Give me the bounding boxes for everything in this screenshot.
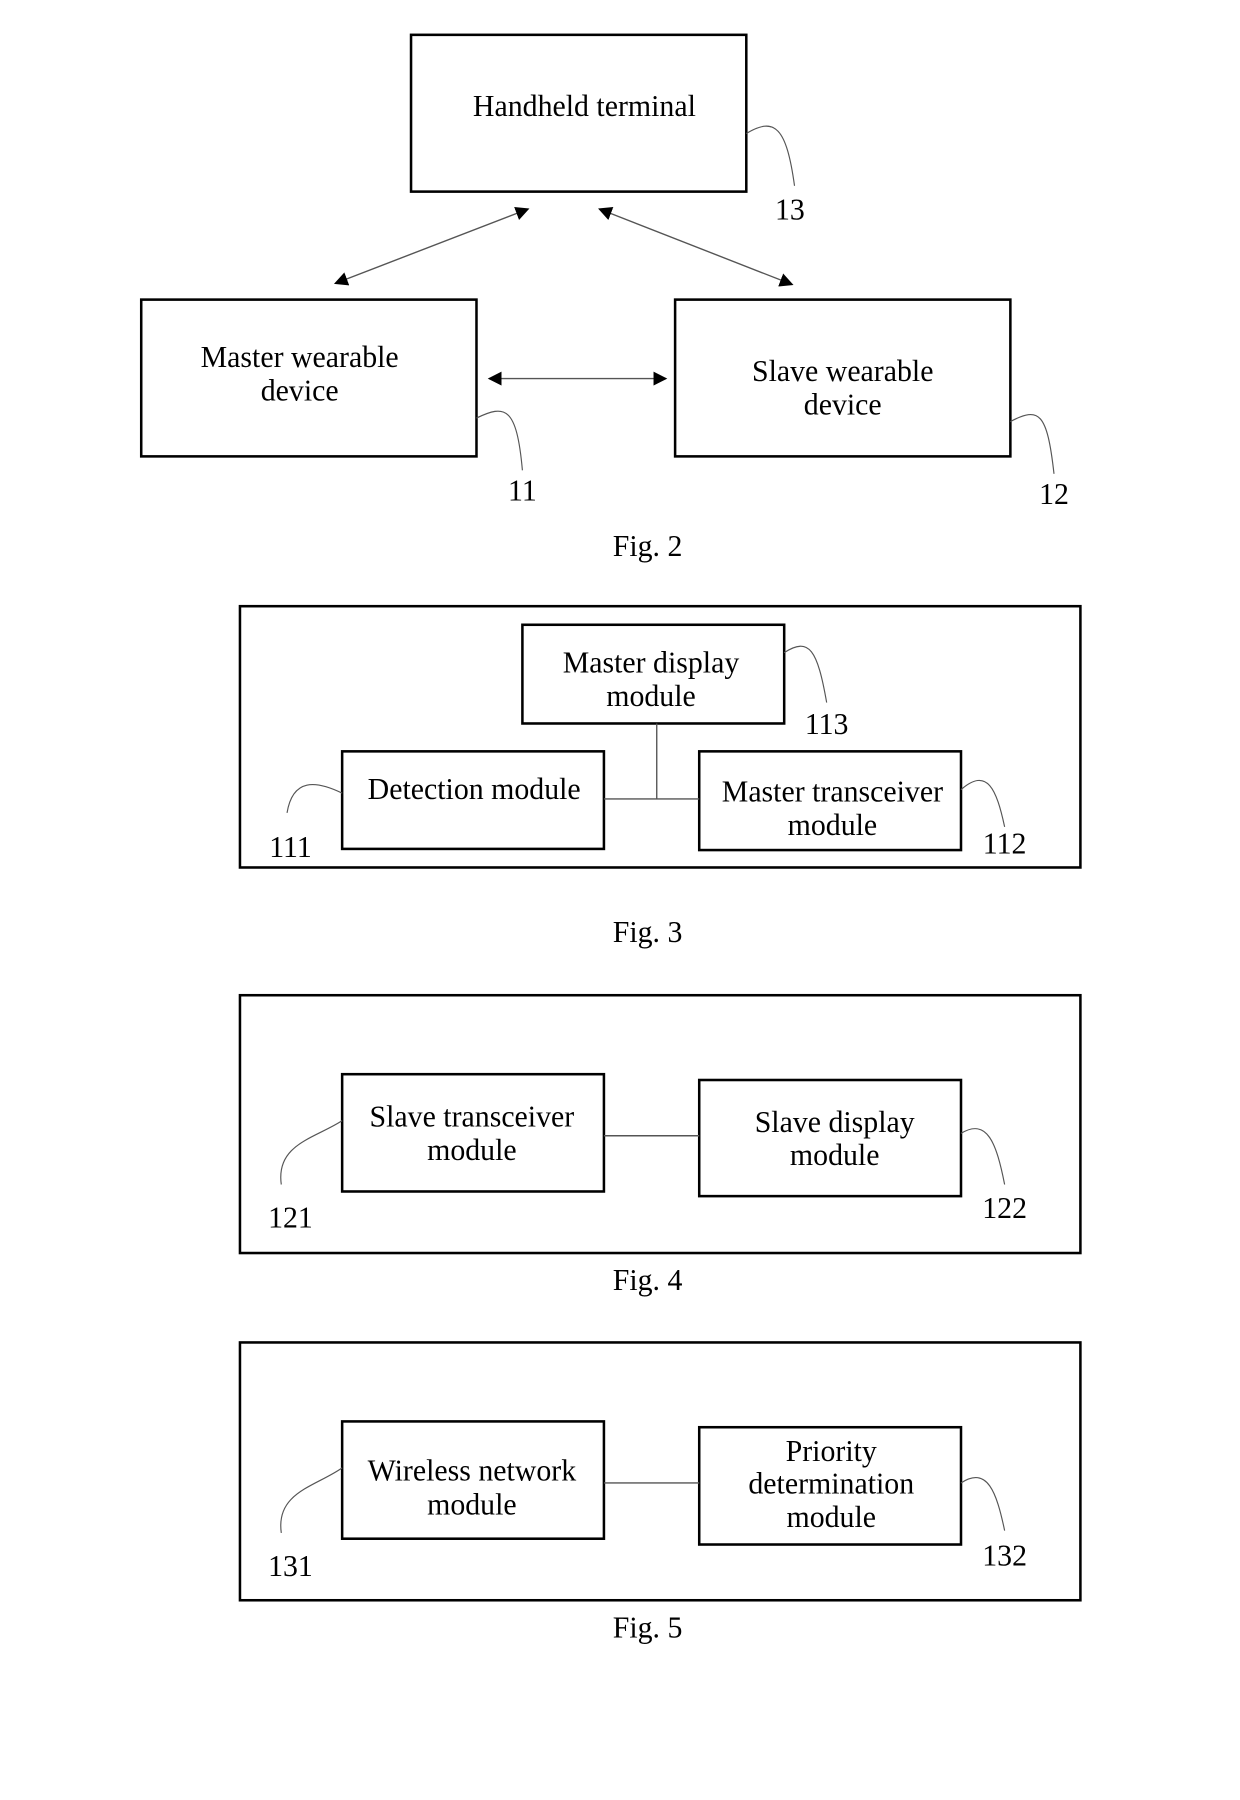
master-transceiver-module-label-2: module <box>788 809 878 842</box>
ref-numeral-121: 121 <box>268 1201 313 1234</box>
master-wearable-device-label-2: device <box>261 374 339 407</box>
arrow-master-handheld <box>333 206 530 286</box>
leader-line-121 <box>280 1120 343 1185</box>
slave-transceiver-module-label-2: module <box>427 1134 517 1167</box>
ref-numeral-13: 13 <box>775 193 805 226</box>
slave-transceiver-module-label-1: Slave transceiver <box>370 1100 575 1133</box>
wireless-network-module-label-1: Wireless network <box>368 1454 577 1487</box>
figure-3-caption: Fig. 3 <box>613 916 683 949</box>
leader-line-132 <box>960 1476 1006 1531</box>
figure-4: Slave transceiver module 121 Slave displ… <box>238 993 1082 1297</box>
leader-line-112 <box>960 779 1006 827</box>
figure-4-caption: Fig. 4 <box>613 1264 683 1297</box>
patent-drawing-sheet: Handheld terminal 13 Master wearable dev… <box>139 33 1082 1644</box>
ref-numeral-132: 132 <box>982 1539 1027 1572</box>
master-transceiver-module-label-1: Master transceiver <box>722 775 943 808</box>
ref-numeral-111: 111 <box>269 831 312 864</box>
figure-5: Wireless network module 131 Priority det… <box>238 1341 1082 1644</box>
slave-wearable-device-label-1: Slave wearable <box>752 355 933 388</box>
leader-line-11 <box>476 410 523 471</box>
priority-determination-module-label-2: determination <box>748 1467 914 1500</box>
figure-2-caption: Fig. 2 <box>613 530 683 563</box>
leader-line-111 <box>286 783 343 813</box>
figure-2: Handheld terminal 13 Master wearable dev… <box>139 33 1069 563</box>
priority-determination-module-label-3: module <box>786 1501 876 1534</box>
leader-line-113 <box>783 645 828 703</box>
handheld-terminal-label: Handheld terminal <box>473 90 696 123</box>
master-display-module-label-1: Master display <box>563 646 740 679</box>
arrow-slave-handheld <box>598 207 794 287</box>
slave-display-module-label-1: Slave display <box>755 1106 915 1139</box>
leader-line-131 <box>280 1467 343 1533</box>
slave-wearable-device-label-2: device <box>804 388 882 421</box>
detection-module-label: Detection module <box>368 773 581 806</box>
slave-display-module-label-2: module <box>790 1139 880 1172</box>
master-display-module-label-2: module <box>606 680 696 713</box>
ref-numeral-11: 11 <box>508 474 537 507</box>
leader-line-12 <box>1010 413 1055 474</box>
ref-numeral-131: 131 <box>268 1550 313 1583</box>
leader-line-122 <box>960 1128 1006 1185</box>
wireless-network-module-label-2: module <box>427 1488 517 1521</box>
ref-numeral-122: 122 <box>982 1192 1027 1225</box>
figure-5-caption: Fig. 5 <box>613 1611 683 1644</box>
master-wearable-device-label-1: Master wearable <box>201 341 399 374</box>
priority-determination-module-label-1: Priority <box>786 1435 877 1468</box>
ref-numeral-12: 12 <box>1039 478 1069 511</box>
ref-numeral-113: 113 <box>805 708 849 741</box>
ref-numeral-112: 112 <box>983 827 1027 860</box>
leader-line-13 <box>746 125 796 186</box>
figure-3: Master display module 113 Detection modu… <box>238 604 1082 949</box>
